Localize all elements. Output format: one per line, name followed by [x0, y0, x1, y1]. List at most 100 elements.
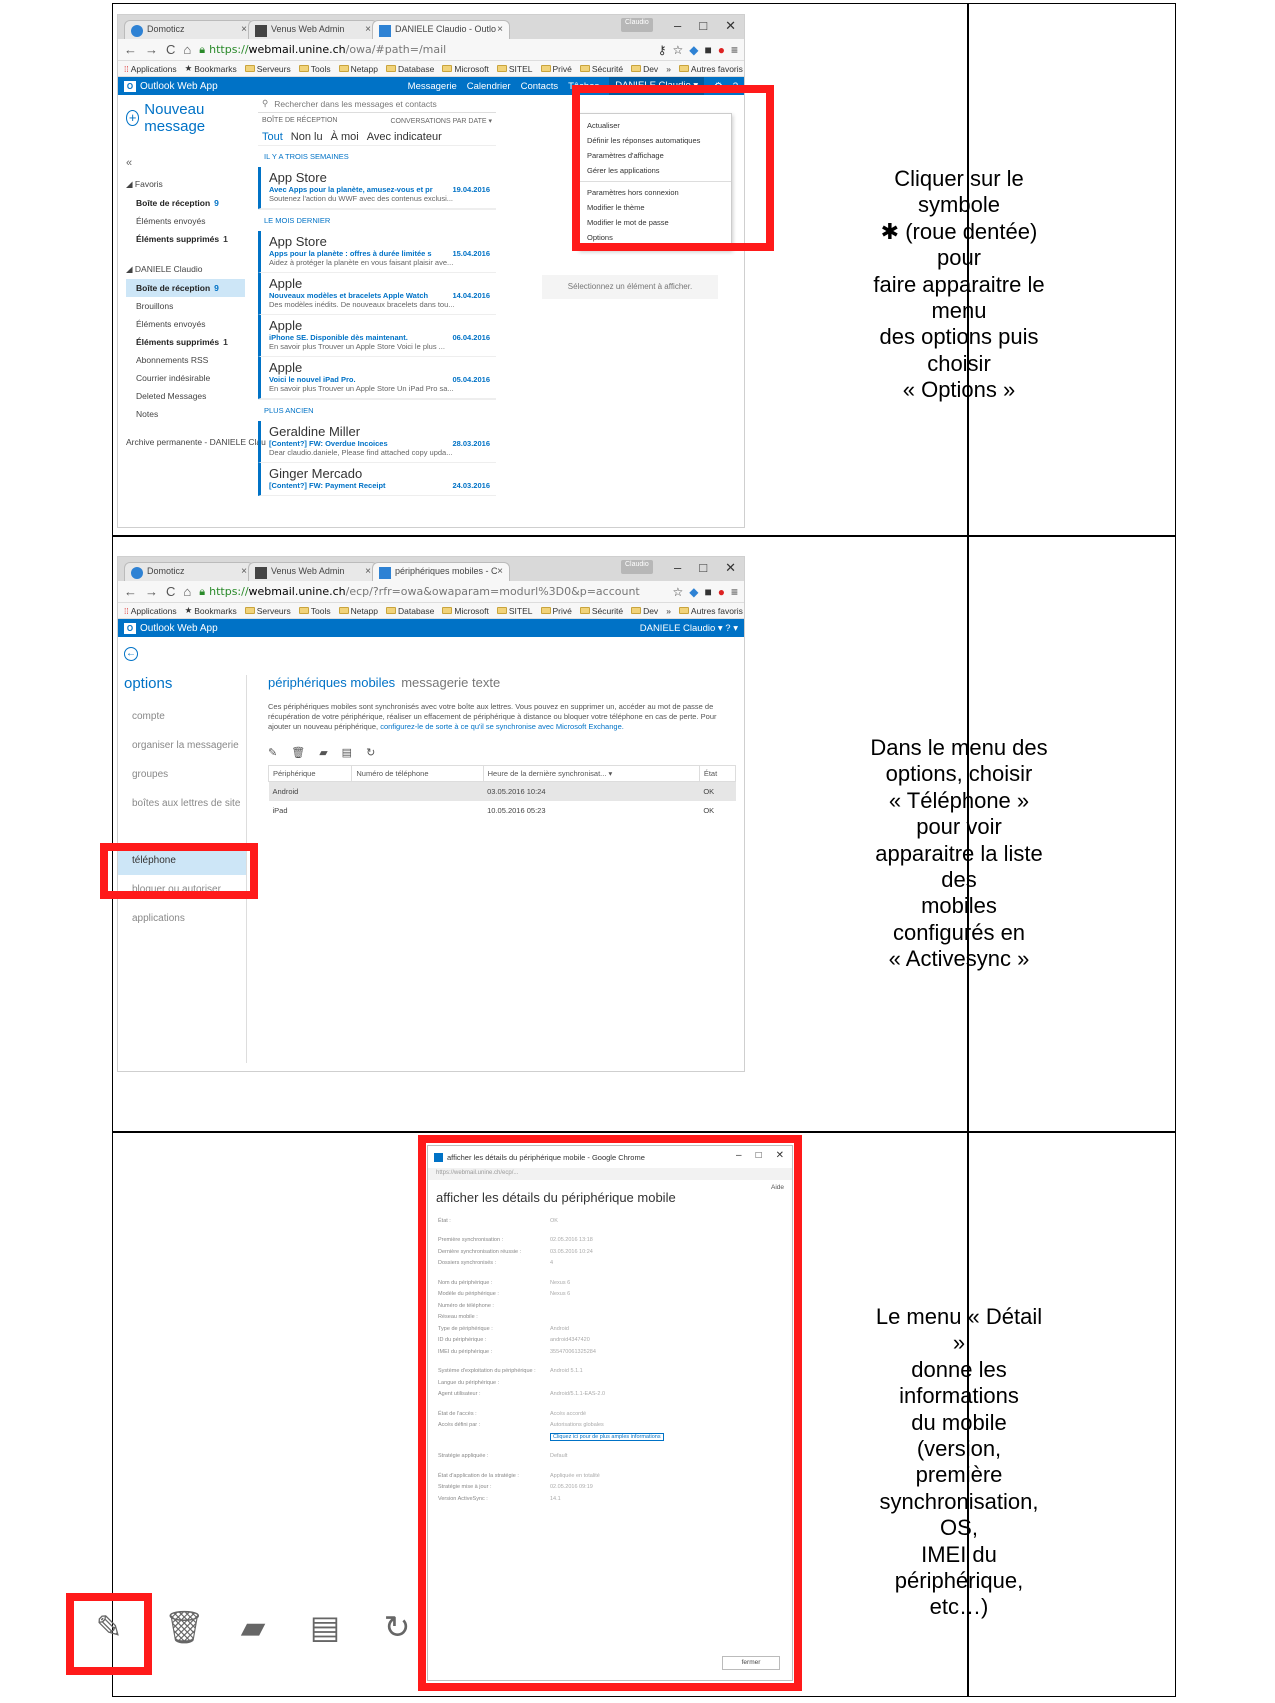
bookmark-folder[interactable]: Netapp	[338, 606, 378, 616]
table-row[interactable]: Android 03.05.2016 10:24 OK	[268, 781, 736, 802]
column-header[interactable]: État	[698, 765, 737, 783]
bookmark-folder[interactable]: Serveurs	[244, 606, 291, 616]
trash-icon[interactable]: 🗑︎	[164, 1608, 205, 1646]
home-icon[interactable]: ⌂	[183, 42, 191, 57]
wipe-icon[interactable]: ▰	[319, 746, 327, 759]
bookmark-folder[interactable]: Privé	[540, 606, 572, 616]
bookmark-folder[interactable]: Autres favoris	[678, 64, 743, 74]
details-icon[interactable]: ▤	[308, 1608, 342, 1646]
search-input[interactable]: ⚲ Rechercher dans les messages et contact…	[258, 95, 496, 113]
owa-logo[interactable]: O Outlook Web App	[124, 622, 218, 634]
home-icon[interactable]: ⌂	[183, 584, 191, 599]
column-header[interactable]: Heure de la dernière synchronisat... ▾	[482, 765, 700, 783]
bookmark-overflow[interactable]: »	[666, 64, 671, 74]
back-arrow-icon[interactable]: ←	[124, 647, 138, 661]
folder-item[interactable]: Courrier indésirable	[126, 369, 245, 387]
list-item[interactable]: Ginger Mercado [Content?] FW: Payment Re…	[258, 463, 496, 496]
options-nav-applications[interactable]: applications	[118, 904, 246, 933]
bookmark-folder[interactable]: Database	[386, 64, 434, 74]
maximize-icon[interactable]: □	[699, 560, 707, 576]
close-icon[interactable]: ×	[365, 24, 371, 35]
options-nav-compte[interactable]: compte	[118, 702, 246, 731]
wipe-icon[interactable]: ▰	[236, 1608, 270, 1646]
list-item[interactable]: Geraldine Miller [Content?] FW: Overdue …	[258, 421, 496, 463]
bookmark-folder[interactable]: SITEL	[496, 64, 533, 74]
bookmark-folder[interactable]: Sécurité	[579, 606, 623, 616]
adblock-icon[interactable]: ●	[718, 43, 725, 57]
column-header[interactable]: Numéro de téléphone	[351, 765, 484, 783]
list-item[interactable]: Apple iPhone SE. Disponible dès maintena…	[258, 315, 496, 357]
bookmark-folder[interactable]: Dev	[631, 64, 658, 74]
bookmark-folder[interactable]: Dev	[631, 606, 658, 616]
bookmark-folder[interactable]: Serveurs	[244, 64, 291, 74]
owa-logo[interactable]: O Outlook Web App	[124, 80, 218, 92]
bookmark-folder[interactable]: Netapp	[338, 64, 378, 74]
bookmark-folder[interactable]: Microsoft	[442, 64, 489, 74]
options-nav-site-mailboxes[interactable]: boîtes aux lettres de site	[118, 789, 246, 818]
close-window-icon[interactable]: ✕	[725, 18, 736, 34]
bookmark-folder[interactable]: Database	[386, 606, 434, 616]
browser-tab-active[interactable]: périphériques mobiles - C ×	[372, 562, 510, 581]
nav-contacts[interactable]: Contacts	[521, 81, 559, 92]
bookmark-folder[interactable]: Tools	[298, 64, 331, 74]
close-icon[interactable]: ×	[241, 566, 247, 577]
extension-icon[interactable]: ◆	[689, 43, 698, 57]
bookmark-folder[interactable]: Privé	[540, 64, 572, 74]
close-icon[interactable]: ×	[365, 566, 371, 577]
folder-item[interactable]: Éléments envoyés	[126, 212, 245, 230]
tab-mobile-devices[interactable]: périphériques mobiles	[268, 675, 395, 690]
archive-folder[interactable]: Archive permanente - DANIELE Clau	[126, 437, 266, 447]
folder-item[interactable]: Deleted Messages	[126, 387, 245, 405]
options-nav-organiser[interactable]: organiser la messagerie	[118, 731, 246, 760]
browser-tab[interactable]: Domoticz ×	[124, 20, 254, 39]
menu-icon[interactable]: ≡	[731, 585, 738, 599]
folder-item[interactable]: Éléments supprimés 1	[126, 333, 245, 351]
list-item[interactable]: Apple Nouveaux modèles et bracelets Appl…	[258, 273, 496, 315]
list-item[interactable]: Apple Voici le nouvel iPad Pro. 05.04.201…	[258, 357, 496, 399]
bookmark-bookmarks[interactable]: ★ Bookmarks	[185, 63, 237, 74]
close-icon[interactable]: ×	[497, 24, 503, 35]
bookmark-overflow[interactable]: »	[666, 606, 671, 616]
folder-item[interactable]: Éléments envoyés	[126, 315, 245, 333]
list-item[interactable]: App Store Avec Apps pour la planète, amu…	[258, 167, 496, 209]
nav-calendrier[interactable]: Calendrier	[467, 81, 511, 92]
filter-all[interactable]: Tout	[262, 131, 283, 143]
bookmark-folder[interactable]: SITEL	[496, 606, 533, 616]
details-icon[interactable]: ▤	[342, 746, 352, 759]
folder-item[interactable]: Éléments supprimés 1	[126, 230, 245, 248]
minimize-icon[interactable]: –	[674, 560, 681, 576]
bookmark-bookmarks[interactable]: ★ Bookmarks	[185, 605, 237, 616]
close-icon[interactable]: ×	[497, 566, 503, 577]
folder-item[interactable]: Abonnements RSS	[126, 351, 245, 369]
pencil-icon[interactable]: ✎	[268, 746, 277, 759]
folder-item[interactable]: Boîte de réception 9	[126, 194, 245, 212]
extension-icon[interactable]: ◆	[689, 585, 698, 599]
close-icon[interactable]: ×	[241, 24, 247, 35]
list-item[interactable]: App Store Apps pour la planète : offres …	[258, 231, 496, 273]
nav-messagerie[interactable]: Messagerie	[408, 81, 457, 92]
star-icon[interactable]: ☆	[672, 585, 683, 599]
bookmark-folder[interactable]: Microsoft	[442, 606, 489, 616]
browser-tab-active[interactable]: DANIELE Claudio - Outlo ×	[372, 20, 510, 39]
bookmark-folder[interactable]: Sécurité	[579, 64, 623, 74]
extension-icon[interactable]: ■	[704, 43, 711, 57]
filter-to-me[interactable]: À moi	[331, 131, 359, 143]
tab-text-messaging[interactable]: messagerie texte	[401, 675, 500, 690]
refresh-icon[interactable]: ↻	[380, 1608, 414, 1646]
browser-tab[interactable]: Venus Web Admin ×	[248, 20, 378, 39]
account-header[interactable]: ◢ DANIELE Claudio	[126, 260, 245, 279]
key-icon[interactable]: ⚷	[658, 43, 667, 57]
forward-icon[interactable]: →	[145, 584, 158, 599]
folder-item[interactable]: Notes	[126, 405, 245, 423]
url-field[interactable]: 🔒︎ https://webmail.unine.ch/ecp/?rfr=owa…	[199, 585, 664, 599]
trash-icon[interactable]: 🗑︎	[291, 746, 305, 759]
bookmark-applications[interactable]: ⁞⁞ Applications	[124, 606, 177, 616]
maximize-icon[interactable]: □	[699, 18, 707, 34]
collapse-button[interactable]: «	[126, 157, 245, 169]
forward-icon[interactable]: →	[145, 42, 158, 57]
favorites-header[interactable]: ◢ Favoris	[126, 175, 245, 194]
folder-item[interactable]: Brouillons	[126, 297, 245, 315]
bookmark-applications[interactable]: ⁞⁞ Applications	[124, 64, 177, 74]
folder-item[interactable]: Boîte de réception 9	[126, 279, 245, 297]
adblock-icon[interactable]: ●	[718, 585, 725, 599]
